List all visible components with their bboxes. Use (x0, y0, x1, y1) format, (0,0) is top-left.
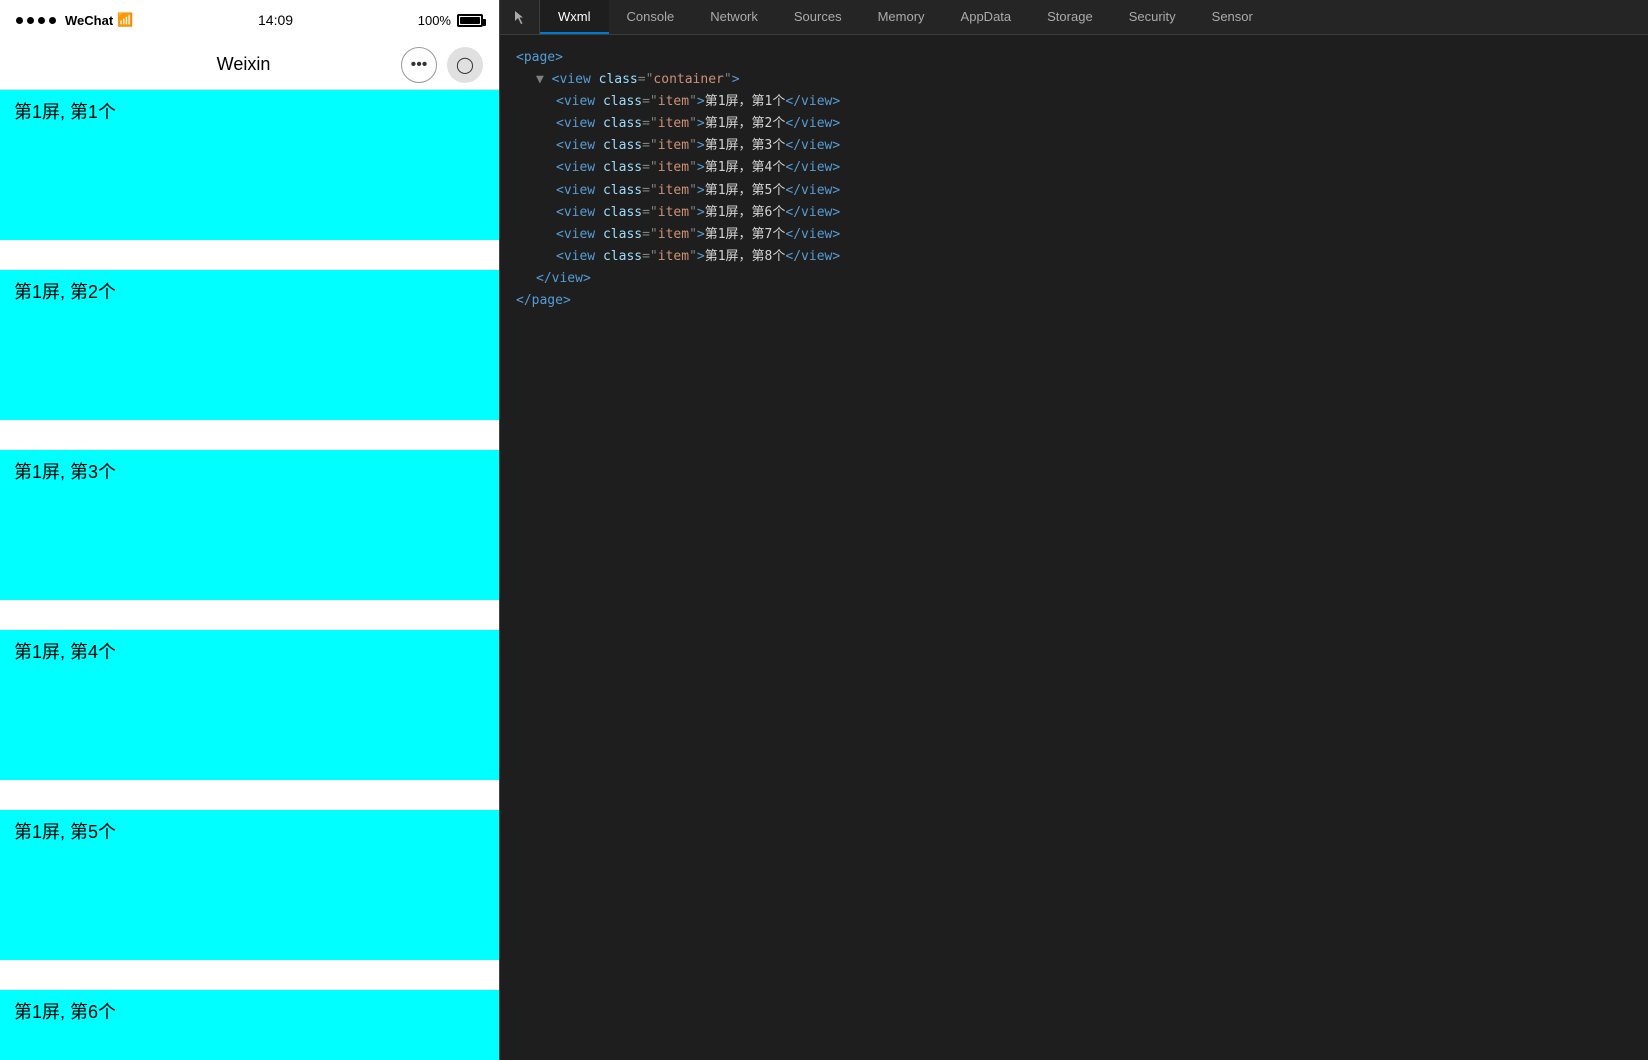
inspect-button[interactable] (500, 0, 540, 34)
tab-network[interactable]: Network (692, 0, 776, 34)
tab-console-label: Console (627, 9, 675, 24)
list-item: 第1屏, 第1个 (0, 90, 499, 270)
item-gap-1 (0, 240, 499, 270)
item-cyan-1: 第1屏, 第1个 (0, 90, 499, 240)
nav-more-button[interactable]: ••• (401, 47, 437, 83)
devtools-panel: Wxml Console Network Sources Memory AppD… (500, 0, 1648, 1060)
list-item: 第1屏, 第6个 (0, 990, 499, 1060)
tab-appdata-label: AppData (961, 9, 1012, 24)
tab-security-label: Security (1129, 9, 1176, 24)
phone-scroll-area[interactable]: 第1屏, 第1个 第1屏, 第2个 第1屏, 第3个 第1屏, 第4个 (0, 90, 499, 1060)
code-line-item-7: <view class="item">第1屏，第7个</view> (516, 224, 1632, 246)
nav-record-button[interactable]: ◯ (447, 47, 483, 83)
code-line-item-1: <view class="item">第1屏，第1个</view> (516, 91, 1632, 113)
item-gap-3 (0, 600, 499, 630)
item-label-2: 第1屏, 第2个 (14, 278, 116, 304)
item-cyan-5: 第1屏, 第5个 (0, 810, 499, 960)
signal-dot-1 (16, 17, 23, 24)
tab-sources[interactable]: Sources (776, 0, 860, 34)
code-line-item-4: <view class="item">第1屏，第4个</view> (516, 157, 1632, 179)
code-line-view-close: </view> (516, 268, 1632, 290)
item-cyan-6: 第1屏, 第6个 (0, 990, 499, 1060)
tab-sensor[interactable]: Sensor (1194, 0, 1271, 34)
status-time: 14:09 (258, 12, 293, 28)
code-line-view-open: ▼ <view class="container"> (516, 69, 1632, 91)
item-label-3: 第1屏, 第3个 (14, 458, 116, 484)
list-item: 第1屏, 第3个 (0, 450, 499, 630)
code-line-page-close: </page> (516, 290, 1632, 312)
status-bar: WeChat 📶 14:09 100% (0, 0, 499, 40)
battery-pct-label: 100% (418, 13, 451, 28)
item-gap-4 (0, 780, 499, 810)
tab-sources-label: Sources (794, 9, 842, 24)
item-label-5: 第1屏, 第5个 (14, 818, 116, 844)
nav-bar: Weixin ••• ◯ (0, 40, 499, 90)
signal-dot-3 (38, 17, 45, 24)
tab-console[interactable]: Console (609, 0, 693, 34)
tab-sensor-label: Sensor (1212, 9, 1253, 24)
tab-wxml[interactable]: Wxml (540, 0, 609, 34)
code-line-item-6: <view class="item">第1屏，第6个</view> (516, 202, 1632, 224)
battery-fill (460, 17, 480, 24)
item-label-1: 第1屏, 第1个 (14, 98, 116, 124)
devtools-toolbar: Wxml Console Network Sources Memory AppD… (500, 0, 1648, 35)
tab-network-label: Network (710, 9, 758, 24)
nav-actions: ••• ◯ (401, 47, 483, 83)
battery-icon (457, 14, 483, 27)
code-line-item-2: <view class="item">第1屏，第2个</view> (516, 113, 1632, 135)
nav-title: Weixin (217, 54, 271, 75)
carrier-label: WeChat (65, 13, 113, 28)
item-cyan-4: 第1屏, 第4个 (0, 630, 499, 780)
cursor-icon (512, 9, 528, 25)
code-line-item-8: <view class="item">第1屏，第8个</view> (516, 246, 1632, 268)
item-cyan-2: 第1屏, 第2个 (0, 270, 499, 420)
tab-memory-label: Memory (878, 9, 925, 24)
wifi-icon: 📶 (117, 12, 133, 28)
tab-appdata[interactable]: AppData (943, 0, 1030, 34)
item-gap-2 (0, 420, 499, 450)
code-line-item-5: <view class="item">第1屏，第5个</view> (516, 180, 1632, 202)
item-gap-5 (0, 960, 499, 990)
tab-storage-label: Storage (1047, 9, 1093, 24)
record-icon: ◯ (456, 55, 474, 75)
code-line-item-3: <view class="item">第1屏，第3个</view> (516, 135, 1632, 157)
more-dots-icon: ••• (411, 56, 428, 74)
list-item: 第1屏, 第5个 (0, 810, 499, 990)
item-label-6: 第1屏, 第6个 (14, 998, 116, 1024)
tab-security[interactable]: Security (1111, 0, 1194, 34)
signal-dot-4 (49, 17, 56, 24)
tab-memory[interactable]: Memory (860, 0, 943, 34)
item-label-4: 第1屏, 第4个 (14, 638, 116, 664)
tab-storage[interactable]: Storage (1029, 0, 1111, 34)
signal-dot-2 (27, 17, 34, 24)
code-area[interactable]: <page> ▼ <view class="container"> <view … (500, 35, 1648, 1060)
list-item: 第1屏, 第4个 (0, 630, 499, 810)
status-left: WeChat 📶 (16, 12, 133, 28)
tab-wxml-label: Wxml (558, 9, 591, 24)
list-item: 第1屏, 第2个 (0, 270, 499, 450)
phone-simulator: WeChat 📶 14:09 100% Weixin ••• ◯ 第1屏, (0, 0, 500, 1060)
code-line-page-open: <page> (516, 47, 1632, 69)
status-right: 100% (418, 13, 483, 28)
item-cyan-3: 第1屏, 第3个 (0, 450, 499, 600)
